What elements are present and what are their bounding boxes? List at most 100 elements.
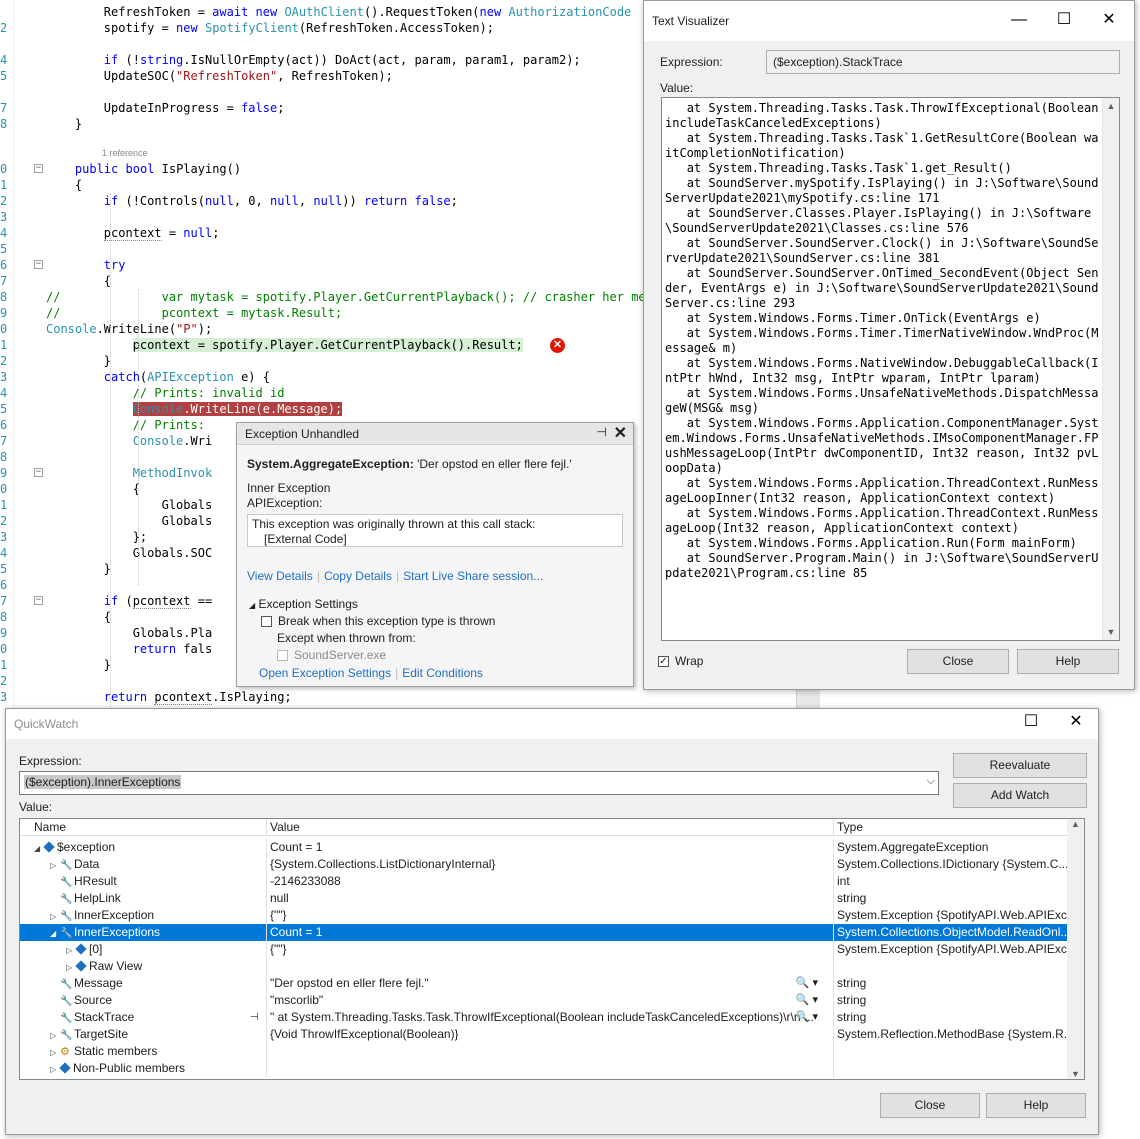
watch-grid[interactable]: Name Value Type ◢ $exception Count = 1 Syst…	[19, 818, 1085, 1080]
expand-icon[interactable]: ▷	[50, 1044, 60, 1060]
table-row[interactable]: ▷ 🔧 InnerException {""} System.Exception {Sp…	[20, 907, 1069, 924]
help-button[interactable]: Help	[986, 1093, 1086, 1118]
code-line[interactable]: // Prints: invalid id	[46, 385, 285, 401]
code-line[interactable]: RefreshToken = await new OAuthClient().R…	[46, 4, 631, 20]
code-line[interactable]: if (pcontext ==	[46, 593, 212, 609]
table-row[interactable]: 🔧 HResult -2146233088 int	[20, 873, 1069, 890]
value-cell[interactable]	[266, 958, 832, 975]
open-exception-settings-link[interactable]: Open Exception Settings	[259, 666, 391, 680]
scroll-down-icon[interactable]: ▼	[1103, 624, 1119, 640]
value-scrollbar[interactable]: ▲ ▼	[1102, 98, 1119, 640]
code-line[interactable]: spotify = new SpotifyClient(RefreshToken…	[46, 20, 494, 36]
column-header-name[interactable]: Name	[20, 819, 265, 836]
error-icon[interactable]: ✕	[550, 338, 565, 353]
maximize-icon[interactable]: ☐	[1016, 711, 1046, 733]
stack-trace-text[interactable]: at System.Threading.Tasks.Task.ThrowIfEx…	[662, 98, 1119, 584]
value-cell[interactable]: {System.Collections.ListDictionaryIntern…	[266, 856, 832, 873]
code-line[interactable]: return fals	[46, 641, 212, 657]
value-cell[interactable]: "mscorlib" 🔍 ▾	[266, 992, 832, 1009]
code-line[interactable]: MethodInvok	[46, 465, 212, 481]
name-cell[interactable]: 🔧 HelpLink	[20, 890, 265, 907]
code-line[interactable]: // pcontext = mytask.Result;	[46, 305, 342, 321]
table-row[interactable]: ◢ $exception Count = 1 System.AggregateExce…	[20, 839, 1069, 856]
scroll-down-icon[interactable]: ▼	[1067, 1069, 1084, 1079]
value-cell[interactable]: Count = 1	[266, 839, 832, 856]
break-checkbox[interactable]	[261, 616, 272, 628]
value-cell[interactable]: {""}	[266, 907, 832, 924]
value-cell[interactable]	[266, 1060, 832, 1077]
code-line[interactable]: Globals.Pla	[46, 625, 212, 641]
chevron-down-icon[interactable]: ⌵	[927, 775, 935, 788]
minimize-icon[interactable]: —	[1004, 9, 1034, 31]
table-row[interactable]: ▷ [0] {""} System.Exception {SpotifyAPI.Web…	[20, 941, 1069, 958]
expand-icon[interactable]: ▷	[50, 1027, 60, 1043]
expression-value[interactable]: ($exception).InnerExceptions	[24, 775, 182, 789]
code-line[interactable]: Console.Wri	[46, 433, 212, 449]
close-button[interactable]: Close	[907, 649, 1009, 674]
expand-icon[interactable]: ▷	[50, 908, 60, 924]
name-cell[interactable]: ◢ $exception	[20, 839, 265, 856]
name-cell[interactable]: ▷ 🔧 Data	[20, 856, 265, 873]
code-line[interactable]: Globals	[46, 513, 213, 529]
expand-icon[interactable]: ▷	[66, 959, 76, 975]
table-row[interactable]: 🔧 Message "Der opstod en eller flere fejl.…	[20, 975, 1069, 992]
value-textbox[interactable]: at System.Threading.Tasks.Task.ThrowIfEx…	[661, 97, 1120, 641]
value-cell[interactable]: -2146233088	[266, 873, 832, 890]
code-line[interactable]: Console.WriteLine("P");	[46, 321, 212, 337]
table-row[interactable]: ▷ Non-Public members	[20, 1060, 1069, 1077]
reference-count-label[interactable]: 1 reference	[102, 148, 148, 158]
collapse-icon[interactable]: ◢	[34, 840, 44, 856]
code-line[interactable]: pcontext = spotify.Player.GetCurrentPlay…	[46, 337, 523, 353]
code-line[interactable]: UpdateSOC("RefreshToken", RefreshToken);	[46, 68, 393, 84]
code-line[interactable]: // Prints:	[46, 417, 205, 433]
value-cell[interactable]: "Der opstod en eller flere fejl." 🔍 ▾	[266, 975, 832, 992]
code-line[interactable]: Globals.SOC	[46, 545, 212, 561]
search-icon[interactable]: 🔍 ▾	[796, 992, 818, 1009]
code-line[interactable]: pcontext = null;	[46, 225, 219, 241]
close-icon[interactable]: ✕	[1094, 9, 1124, 31]
table-row[interactable]: 🔧 Source "mscorlib" 🔍 ▾ string	[20, 992, 1069, 1009]
expand-icon[interactable]: ▷	[66, 942, 76, 958]
code-line[interactable]: if (!string.IsNullOrEmpty(act)) DoAct(ac…	[46, 52, 581, 68]
code-line[interactable]: }	[46, 561, 111, 577]
code-line[interactable]: };	[46, 529, 147, 545]
help-button[interactable]: Help	[1017, 649, 1119, 674]
expand-icon[interactable]: ▷	[50, 857, 60, 873]
add-watch-button[interactable]: Add Watch	[953, 783, 1087, 808]
column-header-type[interactable]: Type	[833, 819, 1069, 836]
code-line[interactable]: if (!Controls(null, 0, null, null)) retu…	[46, 193, 458, 209]
name-cell[interactable]: 🔧 StackTrace	[20, 1009, 265, 1026]
code-line[interactable]: }	[46, 353, 111, 369]
name-cell[interactable]: ▷ 🔧 TargetSite	[20, 1026, 265, 1043]
code-line[interactable]: UpdateInProgress = false;	[46, 100, 285, 116]
reevaluate-button[interactable]: Reevaluate	[953, 753, 1087, 778]
close-icon[interactable]: ✕	[1061, 711, 1091, 733]
close-icon[interactable]: ✕	[614, 423, 627, 443]
expression-combobox[interactable]: ($exception).InnerExceptions ⌵	[19, 771, 939, 795]
name-cell[interactable]: ▷ Non-Public members	[20, 1060, 265, 1077]
wrap-checkbox[interactable]: ✓	[658, 656, 669, 668]
maximize-icon[interactable]: ☐	[1049, 9, 1079, 31]
collapse-icon[interactable]: −	[34, 596, 43, 605]
table-row[interactable]: ▷ 🔧 Data {System.Collections.ListDictionary…	[20, 856, 1069, 873]
value-cell[interactable]: Count = 1	[266, 924, 832, 941]
table-row[interactable]: 🔧 StackTrace " at System.Threading.Tasks.T…	[20, 1009, 1069, 1026]
value-cell[interactable]: {""}	[266, 941, 832, 958]
name-cell[interactable]: ▷ [0]	[20, 941, 265, 958]
grid-scrollbar[interactable]: ▲ ▼	[1067, 819, 1084, 1079]
copy-details-link[interactable]: Copy Details	[324, 569, 392, 583]
search-icon[interactable]: 🔍 ▾	[796, 1009, 818, 1026]
live-share-link[interactable]: Start Live Share session...	[403, 569, 543, 583]
code-line[interactable]: public bool IsPlaying()	[46, 161, 241, 177]
code-line[interactable]: {	[46, 177, 82, 193]
exception-settings-heading[interactable]: Exception Settings	[259, 597, 358, 611]
expression-field[interactable]: ($exception).StackTrace	[766, 50, 1120, 74]
table-row[interactable]: ▷ 🔧 TargetSite {Void ThrowIfExceptional(Boo…	[20, 1026, 1069, 1043]
code-line[interactable]: {	[46, 609, 111, 625]
code-line[interactable]: return pcontext.IsPlaying;	[46, 689, 292, 705]
code-line[interactable]: try	[46, 257, 126, 273]
search-icon[interactable]: 🔍 ▾	[796, 975, 818, 992]
pin-icon[interactable]: ⊣	[597, 425, 607, 439]
table-row[interactable]: ◢ 🔧 InnerExceptions Count = 1 System.Collect…	[20, 924, 1069, 941]
table-row[interactable]: ▷ Raw View	[20, 958, 1069, 975]
